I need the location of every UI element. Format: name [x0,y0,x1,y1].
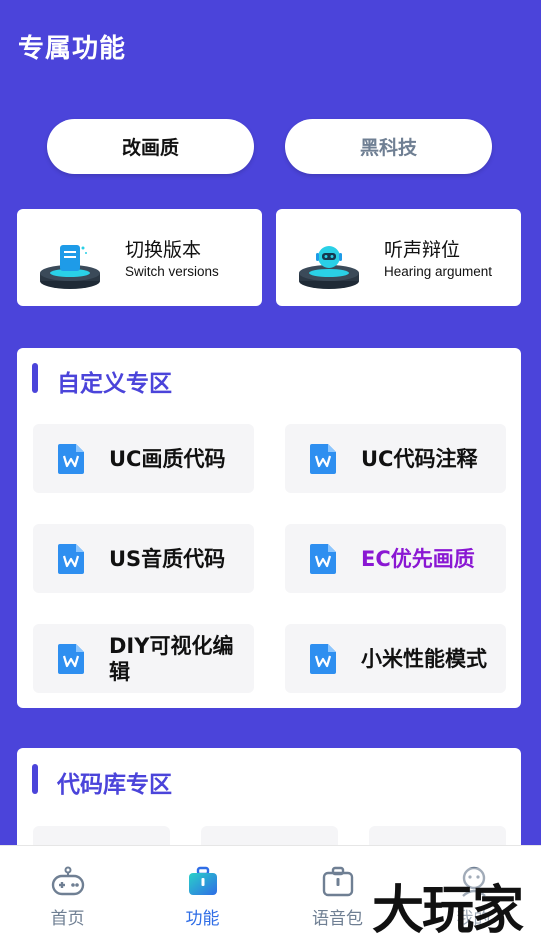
uc-code-comment-button[interactable]: UC代码注释 [285,424,506,493]
nav-features[interactable]: 功能 [135,846,270,937]
section-accent-bar [32,764,38,794]
document-icon [58,544,84,574]
document-icon [58,644,84,674]
watermark-logo: 大玩家 [372,868,524,937]
code-label: UC代码注释 [361,446,478,471]
diy-visual-edit-button[interactable]: DIY可视化编辑 [33,624,254,693]
feature-subtitle: Hearing argument [384,264,493,279]
ec-priority-quality-button[interactable]: EC优先画质 [285,524,506,593]
us-audio-code-button[interactable]: US音质代码 [33,524,254,593]
briefcase-icon [188,866,217,895]
section-accent-bar [32,363,38,393]
code-label: US音质代码 [109,546,226,571]
page-title: 专属功能 [18,34,127,64]
document-icon [310,544,336,574]
code-label: EC优先画质 [361,546,475,571]
nav-label: 功能 [185,909,220,929]
feature-title: 切换版本 [125,239,202,261]
document-icon [58,444,84,474]
feature-subtitle: Switch versions [125,264,219,279]
code-label: UC画质代码 [109,446,226,471]
uc-quality-code-button[interactable]: UC画质代码 [33,424,254,493]
switch-version-card[interactable]: 切换版本 Switch versions [17,209,262,306]
tab-black-tech[interactable]: 黑科技 [285,119,492,174]
section-title: 代码库专区 [57,772,172,798]
xiaomi-performance-button[interactable]: 小米性能模式 [285,624,506,693]
nav-label: 首页 [50,909,85,929]
gamepad-icon [51,866,84,896]
phone-pedestal-icon [40,245,100,289]
code-label: 小米性能模式 [361,646,487,671]
nav-home[interactable]: 首页 [0,846,135,937]
section-title: 自定义专区 [57,371,172,397]
voice-pack-icon [322,866,353,897]
custom-zone-section: 自定义专区 UC画质代码 UC代码注释 US音质代码 EC优先画质 DIY可视化… [17,348,521,708]
tab-image-quality[interactable]: 改画质 [47,119,254,174]
hearing-position-card[interactable]: 听声辩位 Hearing argument [276,209,521,306]
document-icon [310,644,336,674]
robot-pedestal-icon [299,246,359,289]
feature-title: 听声辩位 [384,239,461,261]
document-icon [310,444,336,474]
code-label: DIY可视化编辑 [109,633,234,684]
